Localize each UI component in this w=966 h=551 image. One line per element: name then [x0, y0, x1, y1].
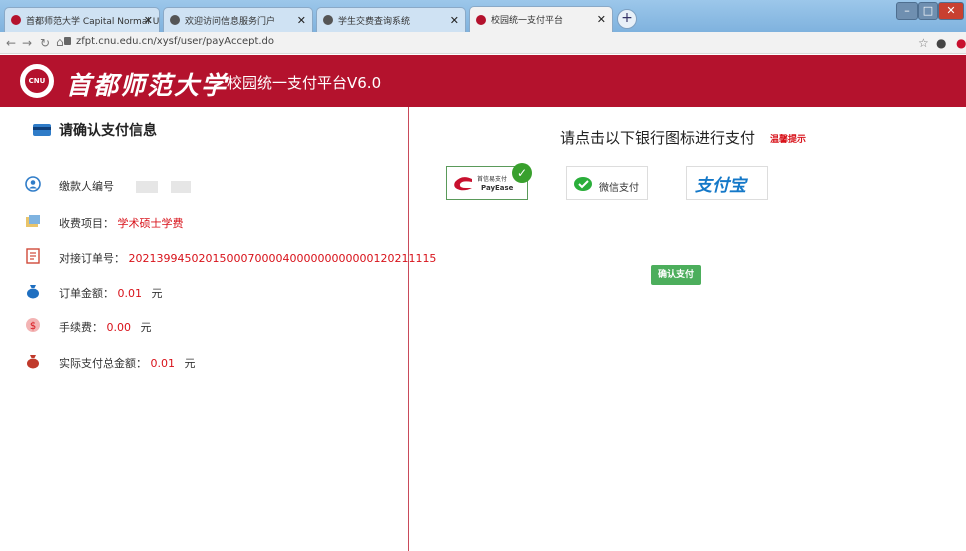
fee-item-value: 学术硕士学费	[117, 217, 184, 230]
tab-cnu-home[interactable]: 首都师范大学 Capital Normal U ✕	[4, 7, 160, 32]
payer-id-label: 缴款人编号	[59, 180, 114, 193]
wechat-pay-option[interactable]: 微信支付	[566, 166, 648, 200]
lock-icon	[64, 37, 71, 45]
tab-label: 学生交费查询系统	[338, 16, 411, 27]
platform-title: 校园统一支付平台V6.0	[227, 74, 382, 92]
home-icon[interactable]: ⌂	[56, 35, 64, 49]
star-icon[interactable]: ☆	[918, 36, 929, 50]
order-icon	[26, 248, 40, 264]
project-icon	[26, 215, 40, 227]
logo-emblem: CNU	[25, 69, 49, 93]
back-icon[interactable]: ←	[6, 36, 16, 50]
tab-label: 首都师范大学 Capital Normal U	[26, 16, 160, 27]
fee-item-label: 收费项目：	[59, 217, 114, 230]
tab-payment-platform[interactable]: 校园统一支付平台 ✕	[469, 6, 613, 32]
confirm-pay-button[interactable]: 确认支付	[651, 265, 701, 285]
currency-unit: 元	[184, 357, 196, 370]
service-fee-value: 0.00	[106, 321, 132, 334]
tab-portal[interactable]: 欢迎访问信息服务门户 ✕	[163, 7, 313, 32]
alipay-option[interactable]: 支付宝	[686, 166, 768, 200]
payment-instruction: 请点击以下银行图标进行支付	[560, 129, 756, 147]
money-bag-blue-icon	[27, 285, 39, 299]
wechat-label: 微信支付	[599, 183, 639, 194]
redacted-block	[171, 181, 191, 193]
extension-icon[interactable]: ●	[956, 36, 966, 50]
service-fee-label: 手续费：	[59, 321, 103, 334]
payease-logo-icon	[454, 177, 472, 191]
url-field[interactable]: zfpt.cnu.edu.cn/xysf/user/payAccept.do	[76, 36, 274, 47]
panel-divider	[408, 107, 409, 551]
payease-cn-label: 首信易支付	[477, 176, 508, 183]
profile-icon[interactable]: ●	[936, 36, 946, 50]
maximize-button[interactable]: □	[918, 2, 938, 20]
user-icon	[25, 176, 41, 192]
cnu-favicon-icon	[11, 15, 21, 25]
address-bar: ← → ↻ ⌂ zfpt.cnu.edu.cn/xysf/user/payAcc…	[0, 32, 966, 54]
warm-tip-link[interactable]: 温馨提示	[770, 132, 806, 145]
forward-icon[interactable]: →	[22, 36, 32, 50]
dollar-icon: $	[26, 318, 40, 332]
tab-label: 欢迎访问信息服务门户	[185, 16, 276, 27]
university-logo: CNU	[20, 64, 54, 98]
service-fee-row: 手续费： 0.00 元	[59, 319, 152, 335]
svg-text:$: $	[30, 321, 36, 332]
globe-icon	[170, 15, 180, 25]
wechat-icon	[574, 177, 592, 191]
order-amount-row: 订单金额： 0.01 元	[59, 285, 163, 301]
close-icon[interactable]: ✕	[597, 13, 606, 26]
payer-id-row: 缴款人编号	[59, 178, 191, 194]
money-bag-red-icon	[27, 355, 39, 369]
total-amount-label: 实际支付总金额：	[59, 357, 147, 370]
order-number-row: 对接订单号： 202139945020150007000040000000000…	[59, 250, 436, 266]
globe-icon	[323, 15, 333, 25]
payment-favicon-icon	[476, 14, 486, 25]
reload-icon[interactable]: ↻	[40, 36, 50, 50]
selected-check-icon: ✓	[512, 163, 532, 183]
university-name: 首都师范大学	[66, 71, 229, 100]
order-amount-value: 0.01	[117, 287, 143, 300]
payease-en-label: PayEase	[481, 184, 514, 192]
close-icon[interactable]: ✕	[450, 14, 459, 27]
minimize-button[interactable]: –	[896, 2, 918, 20]
site-header: CNU 首都师范大学 校园统一支付平台V6.0	[0, 55, 966, 107]
close-icon[interactable]: ✕	[144, 14, 153, 27]
alipay-logo: 支付宝	[695, 176, 746, 196]
total-amount-row: 实际支付总金额： 0.01 元	[59, 355, 196, 371]
tab-label: 校园统一支付平台	[491, 16, 564, 26]
confirm-info-title: 请确认支付信息	[59, 123, 157, 139]
total-amount-value: 0.01	[150, 357, 176, 370]
window-close-button[interactable]: ✕	[938, 2, 964, 20]
currency-unit: 元	[151, 287, 163, 300]
new-tab-button[interactable]: +	[617, 9, 637, 29]
browser-tab-bar: 首都师范大学 Capital Normal U ✕ 欢迎访问信息服务门户 ✕ 学…	[0, 0, 966, 32]
card-icon	[33, 124, 51, 136]
order-number-value: 2021399450201500070000400000000000012021…	[128, 252, 437, 265]
order-amount-label: 订单金额：	[59, 287, 114, 300]
close-icon[interactable]: ✕	[297, 14, 306, 27]
order-number-label: 对接订单号：	[59, 252, 125, 265]
fee-item-row: 收费项目： 学术硕士学费	[59, 215, 184, 231]
currency-unit: 元	[140, 321, 152, 334]
tab-fee-query[interactable]: 学生交费查询系统 ✕	[316, 7, 466, 32]
redacted-block	[135, 181, 158, 193]
